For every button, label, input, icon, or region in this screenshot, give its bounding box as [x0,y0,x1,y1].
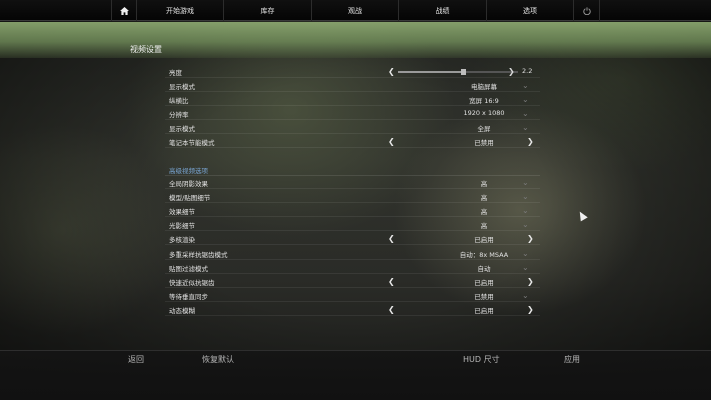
chevron-down-icon[interactable]: ⌄ [522,218,529,231]
setting-row[interactable]: 多核渲染 已启用 ❮ ❯ [165,232,540,246]
reset-defaults-button[interactable]: 恢复默认 [202,354,234,365]
setting-label: 动态模糊 [169,306,195,315]
setting-label: 分辨率 [169,111,189,119]
setting-row-brightness: 亮度 ❮ ❯ 2.2 [165,65,540,78]
setting-value: 已禁用 [474,292,494,301]
home-icon [119,6,129,15]
next-option-arrow-icon[interactable]: ❯ [527,275,534,288]
header-band [0,22,711,58]
setting-value: 全屏 [477,125,491,133]
power-button[interactable] [574,0,600,21]
setting-label: 显示模式 [169,83,195,91]
brightness-decrease-arrow-icon[interactable]: ❮ [388,65,395,78]
back-button[interactable]: 返回 [128,354,144,365]
setting-value: 已禁用 [474,139,494,147]
previous-option-arrow-icon[interactable]: ❮ [388,135,395,148]
setting-value: 自动 [477,264,491,273]
apply-button[interactable]: 应用 [564,354,580,365]
setting-value: 宽屏 16:9 [469,97,499,105]
setting-row[interactable]: 纵横比 宽屏 16:9 ⌄ [165,93,540,106]
nav-stats-button[interactable]: 战绩 [399,0,487,21]
nav-play-button[interactable]: 开始游戏 [137,0,224,21]
bottom-bar [0,350,711,400]
brightness-value: 2.2 [522,67,533,75]
previous-option-arrow-icon[interactable]: ❮ [388,303,395,316]
setting-row[interactable]: 光影细节 高 ⌄ [165,218,540,232]
setting-row[interactable]: 模型/贴图细节 高 ⌄ [165,190,540,204]
chevron-down-icon[interactable]: ⌄ [522,190,529,203]
setting-label: 多重采样抗锯齿模式 [169,250,228,259]
nav-watch-button[interactable]: 观战 [312,0,399,21]
chevron-down-icon[interactable]: ⌄ [522,107,529,120]
setting-label: 贴图过滤模式 [169,264,208,273]
hud-size-button[interactable]: HUD 尺寸 [463,354,500,365]
brightness-slider-fill [398,71,463,73]
nav-options-button[interactable]: 选项 [487,0,574,21]
chevron-down-icon[interactable]: ⌄ [522,204,529,217]
setting-value: 高 [480,194,488,203]
setting-value: 已启用 [474,236,494,245]
next-option-arrow-icon[interactable]: ❯ [527,303,534,316]
setting-row[interactable]: 笔记本节能模式 已禁用 ❮ ❯ [165,135,540,148]
setting-row[interactable]: 等待垂直同步 已禁用 ⌄ [165,289,540,302]
chevron-down-icon[interactable]: ⌄ [522,79,529,92]
setting-value: 高 [480,222,488,231]
next-option-arrow-icon[interactable]: ❯ [527,135,534,148]
setting-label: 等待垂直同步 [169,292,208,301]
setting-row[interactable]: 贴图过滤模式 自动 ⌄ [165,261,540,274]
setting-label: 效果细节 [169,208,195,217]
setting-value: 高 [480,180,488,188]
next-option-arrow-icon[interactable]: ❯ [527,232,534,245]
setting-value: 电脑屏幕 [471,83,497,91]
nav-inventory-button[interactable]: 库存 [224,0,312,21]
setting-row[interactable]: 显示模式 全屏 ⌄ [165,121,540,134]
setting-row[interactable]: 效果细节 高 ⌄ [165,204,540,218]
setting-label: 纵横比 [169,97,189,105]
advanced-section-title: 高级视频选项 [169,167,208,175]
setting-label: 模型/贴图细节 [169,194,211,203]
setting-row[interactable]: 显示模式 电脑屏幕 ⌄ [165,79,540,92]
top-nav: 开始游戏 库存 观战 战绩 选项 [0,0,711,21]
setting-row[interactable]: 快速近似抗锯齿 已启用 ❮ ❯ [165,275,540,288]
setting-label: 快速近似抗锯齿 [169,278,215,287]
setting-label: 多核渲染 [169,236,195,245]
setting-value: 高 [480,208,488,217]
chevron-down-icon[interactable]: ⌄ [522,176,529,189]
setting-row[interactable]: 多重采样抗锯齿模式 自动：8x MSAA ⌄ [165,247,540,260]
power-icon [582,6,591,15]
setting-label: 光影细节 [169,222,195,231]
previous-option-arrow-icon[interactable]: ❮ [388,275,395,288]
setting-value: 已启用 [474,278,494,287]
chevron-down-icon[interactable]: ⌄ [522,121,529,134]
chevron-down-icon[interactable]: ⌄ [522,93,529,106]
chevron-down-icon[interactable]: ⌄ [522,261,529,274]
setting-label: 笔记本节能模式 [169,139,215,147]
setting-row[interactable]: 分辨率 1920 x 1080 ⌄ [165,107,540,120]
page-title: 视频设置 [130,45,162,54]
home-button[interactable] [111,0,137,21]
chevron-down-icon[interactable]: ⌄ [522,247,529,260]
setting-label: 全局阴影效果 [169,180,208,188]
previous-option-arrow-icon[interactable]: ❮ [388,232,395,245]
setting-row[interactable]: 全局阴影效果 高 ⌄ [165,176,540,189]
chevron-down-icon[interactable]: ⌄ [522,289,529,302]
brightness-slider[interactable] [398,69,518,75]
brightness-increase-arrow-icon[interactable]: ❯ [508,65,515,78]
brightness-slider-thumb[interactable] [460,69,466,75]
setting-value: 自动：8x MSAA [459,250,509,259]
setting-value: 已启用 [474,306,494,315]
setting-value: 1920 x 1080 [463,109,505,117]
setting-row[interactable]: 动态模糊 已启用 ❮ ❯ [165,303,540,316]
setting-label: 显示模式 [169,125,195,133]
setting-label: 亮度 [169,69,182,77]
